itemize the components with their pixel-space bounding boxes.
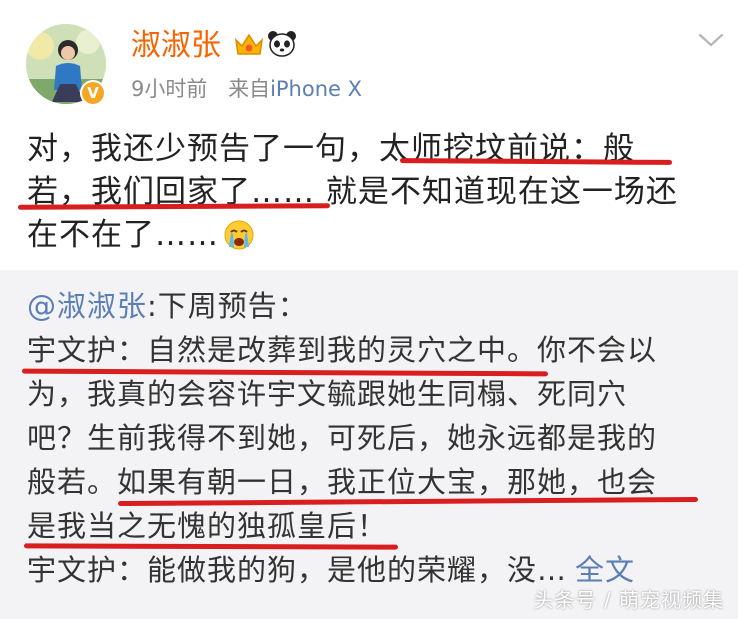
post-time: 9小时前: [131, 77, 208, 101]
repost-card[interactable]: @淑淑张:下周预告： 宇文护：自然是改葬到我的灵穴之中。你不会以 为，我真的会容…: [0, 270, 738, 619]
repost-line: 是我当之无愧的独孤皇后！: [27, 509, 388, 543]
full-text-link[interactable]: 全文: [575, 553, 635, 587]
post-line-text: 在不在了……: [27, 217, 219, 253]
crying-face-icon: [223, 219, 255, 263]
repost-line: 吧？生前我得不到她，可死后，她永远都是我的: [27, 421, 658, 455]
panda-icon[interactable]: [267, 30, 297, 62]
post-meta: 9小时前 来自iPhone X: [131, 74, 362, 104]
post-line: 在不在了……: [27, 214, 717, 257]
post-body: 对，我还少预告了一句，太师挖坟前说：般 若，我们回家了…… 就是不知道现在这一场…: [27, 128, 717, 257]
watermark: 头条号 / 萌宠视频集: [533, 588, 724, 612]
repost-line: 为，我真的会容许宇文毓跟她生同榻、死同穴: [27, 377, 628, 411]
post-header: V 淑淑张 9小时前 来自iPhone X: [0, 0, 738, 118]
repost-line: @淑淑张:下周预告：: [27, 284, 717, 328]
device-link[interactable]: iPhone X: [270, 77, 362, 101]
repost-line: 宇文护：自然是改葬到我的灵穴之中。你不会以: [27, 333, 658, 367]
repost-line-text: :下周预告：: [147, 289, 308, 323]
chevron-down-icon[interactable]: [698, 32, 724, 52]
verified-v-icon: V: [80, 80, 106, 106]
mention-link[interactable]: @淑淑张: [27, 289, 147, 323]
crown-vip-icon[interactable]: [234, 32, 264, 62]
username[interactable]: 淑淑张: [131, 28, 221, 64]
repost-line-text: 宇文护：能做我的狗，是他的荣耀，没…: [27, 553, 568, 587]
source-prefix: 来自: [228, 77, 271, 101]
